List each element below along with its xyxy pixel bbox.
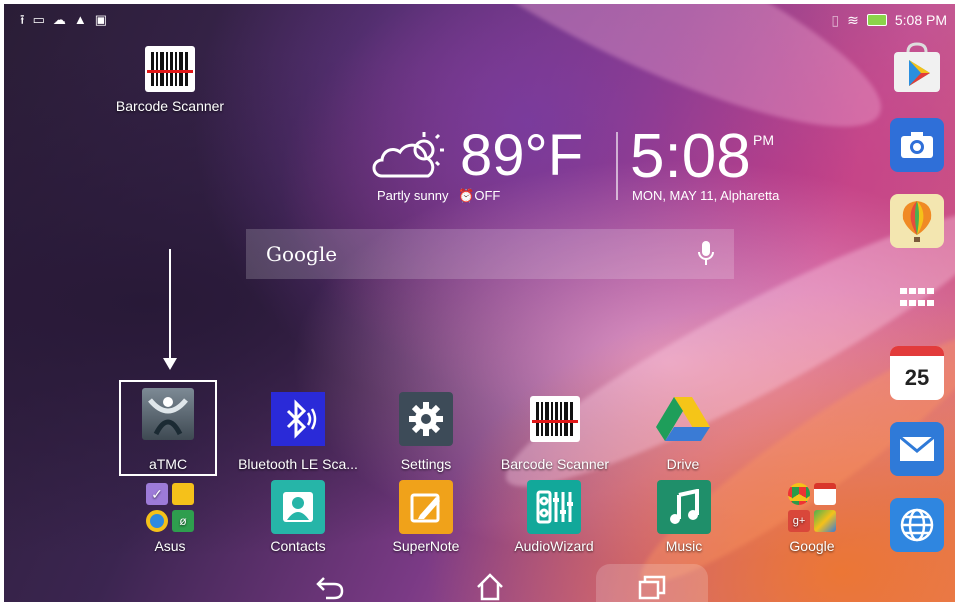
annotation-arrow <box>169 249 171 361</box>
weather-info: Partly sunny ⏰OFF <box>377 188 500 204</box>
app-music[interactable]: Music <box>644 480 724 554</box>
play-store-icon[interactable] <box>890 42 944 96</box>
cloud-icon: ☁ <box>52 12 66 27</box>
all-apps-icon[interactable] <box>890 270 944 324</box>
app-label: Drive <box>666 456 700 472</box>
app-barcode-scanner-top[interactable]: Barcode Scanner <box>108 44 232 114</box>
battery-icon <box>866 14 887 26</box>
bluetooth-icon <box>271 392 325 446</box>
warning-icon: ▲ <box>73 12 87 27</box>
annotation-arrow-head <box>163 358 177 370</box>
recents-icon[interactable] <box>632 570 672 602</box>
google-plus-icon: g+ <box>788 509 810 532</box>
app-bluetooth-le-scanner[interactable]: Bluetooth LE Sca... <box>232 392 364 472</box>
search-placeholder: Google <box>266 242 338 266</box>
temperature[interactable]: 89°F <box>460 126 583 186</box>
gear-icon <box>399 392 453 446</box>
app-barcode-scanner[interactable]: Barcode Scanner <box>492 392 618 472</box>
folder-asus[interactable]: ✓ ø Asus <box>130 480 210 554</box>
notification-icons: ⭱ ▭ ☁ ▲ ▣ <box>20 10 107 30</box>
camera-icon[interactable] <box>890 118 944 172</box>
clock-time[interactable]: 5:08 <box>630 126 751 188</box>
home-icon[interactable] <box>470 570 510 602</box>
calendar-day: 25 <box>904 365 930 390</box>
wifi-icon: ≋ <box>847 11 859 28</box>
alarm-status: OFF <box>474 188 501 203</box>
weather-app-icon <box>146 509 168 532</box>
chrome-icon <box>788 482 810 505</box>
app-drive[interactable]: Drive <box>640 392 726 472</box>
upload-icon: ⭱ <box>20 12 25 27</box>
app-supernote[interactable]: SuperNote <box>382 480 470 554</box>
calendar-header <box>890 346 944 356</box>
app-label: Barcode Scanner <box>115 98 225 114</box>
status-time: 5:08 PM <box>894 12 947 28</box>
sim-icon: ▣ <box>94 12 108 27</box>
app-label: Settings <box>400 456 452 472</box>
drive-icon <box>655 392 711 446</box>
equalizer-icon <box>527 480 581 534</box>
google-search-bar[interactable]: Google <box>246 229 734 279</box>
image-icon: ▭ <box>32 12 45 27</box>
app-contacts[interactable]: Contacts <box>258 480 338 554</box>
app-label: Contacts <box>270 538 326 554</box>
widget-divider <box>616 132 618 200</box>
balloon-icon[interactable] <box>890 194 944 248</box>
folder-google[interactable]: g+ Google <box>772 480 852 554</box>
leaf-icon: ø <box>172 509 194 532</box>
app-label: Music <box>665 538 703 554</box>
app-label: Bluetooth LE Sca... <box>238 456 358 472</box>
app-label: Asus <box>154 538 186 554</box>
app-label: SuperNote <box>392 538 460 554</box>
barcode-icon <box>143 44 197 94</box>
app-settings[interactable]: Settings <box>376 392 476 472</box>
app-label: Barcode Scanner <box>500 456 610 472</box>
atmc-icon <box>142 388 194 440</box>
home-screen: ⭱ ▭ ☁ ▲ ▣ ▯ ≋ 5:08 PM Barcode Scanner 89… <box>0 0 959 606</box>
barcode-icon <box>528 392 582 446</box>
navigation-bar <box>4 564 955 602</box>
music-icon <box>657 480 711 534</box>
email-icon[interactable] <box>890 422 944 476</box>
vibrate-icon: ▯ <box>831 11 840 28</box>
browser-icon[interactable] <box>890 498 944 552</box>
clock-ampm: PM <box>753 132 774 148</box>
note-icon <box>172 482 194 505</box>
app-audiowizard[interactable]: AudioWizard <box>504 480 604 554</box>
gmail-icon <box>814 482 836 505</box>
folder-icon: ✓ ø <box>143 480 197 534</box>
alarm-icon: ⏰ <box>458 188 475 203</box>
checkbox-icon: ✓ <box>146 482 168 505</box>
weather-icon[interactable] <box>370 130 446 189</box>
status-bar: ⭱ ▭ ☁ ▲ ▣ ▯ ≋ 5:08 PM <box>12 10 949 30</box>
folder-icon: g+ <box>785 480 839 534</box>
mic-icon[interactable] <box>698 241 714 272</box>
app-label: Google <box>789 538 835 554</box>
contacts-icon <box>271 480 325 534</box>
app-label: aTMC <box>148 456 188 472</box>
calendar-icon[interactable]: 25 <box>890 346 944 400</box>
back-icon[interactable] <box>310 570 350 602</box>
system-icons: ▯ ≋ 5:08 PM <box>831 10 947 30</box>
pencil-icon <box>399 480 453 534</box>
weather-condition: Partly sunny <box>377 188 449 203</box>
app-label: AudioWizard <box>514 538 594 554</box>
app-atmc[interactable]: aTMC <box>117 388 219 472</box>
maps-icon <box>814 509 836 532</box>
clock-date: MON, MAY 11, Alpharetta <box>632 188 780 203</box>
